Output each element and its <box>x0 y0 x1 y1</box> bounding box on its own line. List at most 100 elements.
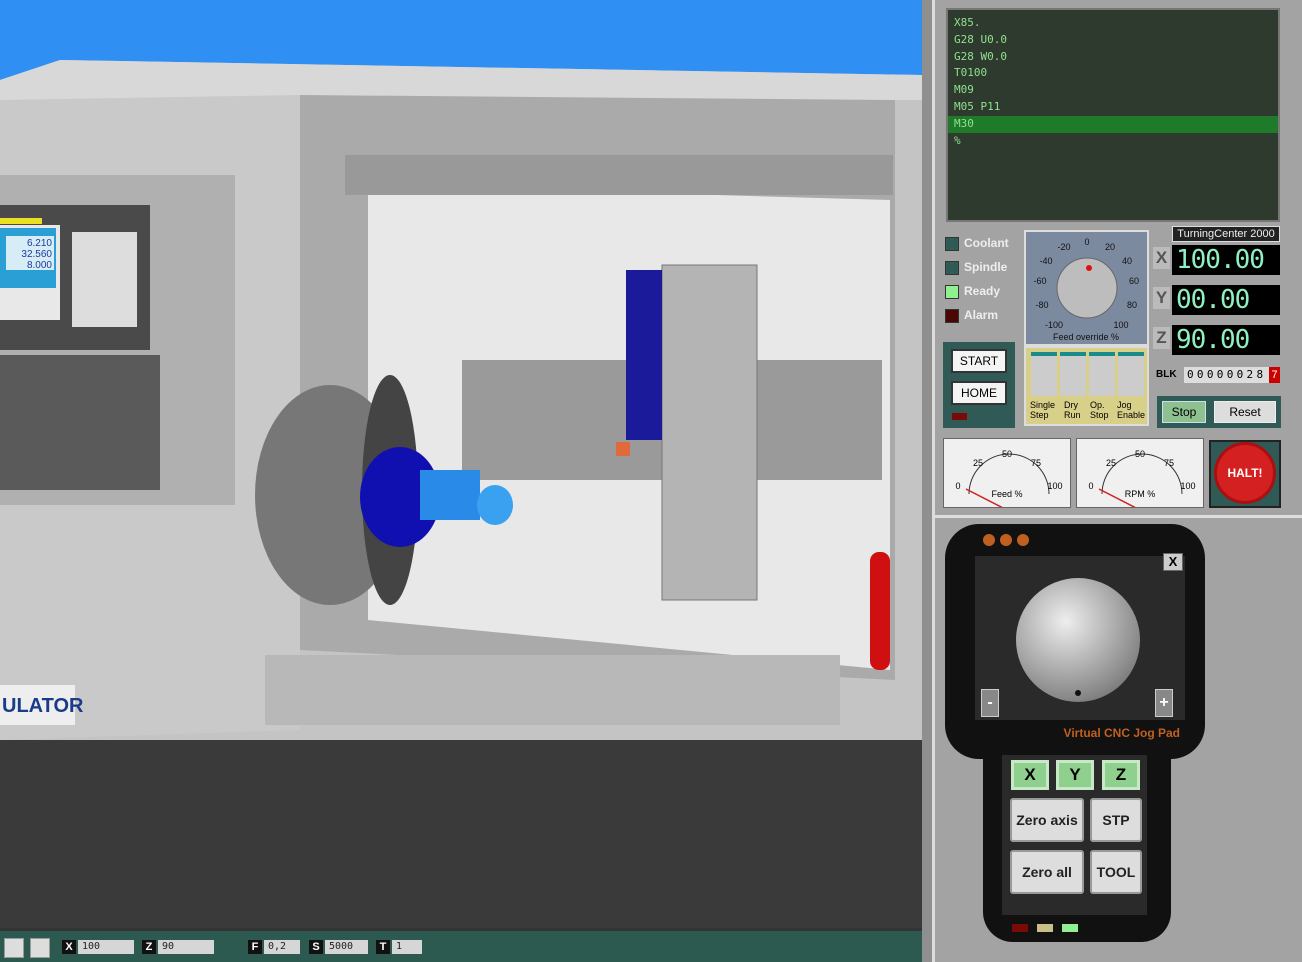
alarm-indicator: Alarm <box>945 308 1025 324</box>
z-axis-label: Z <box>1153 327 1170 349</box>
jog-led-red <box>1012 924 1028 932</box>
op-stop-label: Op. Stop <box>1090 400 1109 420</box>
block-counter: 00000028 <box>1184 367 1280 383</box>
y-axis-label: Y <box>1153 287 1170 309</box>
single-step-label: Single Step <box>1030 400 1056 420</box>
jog-dot <box>983 534 995 546</box>
program-listing[interactable]: X85. G28 U0.0 G28 W0.0 T0100 M09 M05 P11… <box>946 8 1280 222</box>
handwheel-marker <box>1075 690 1081 696</box>
jog-led-yellow <box>1037 924 1053 932</box>
svg-text:0: 0 <box>1088 481 1093 491</box>
svg-text:-60: -60 <box>1033 276 1046 286</box>
z-value: 90 <box>158 940 214 954</box>
dry-run-switch[interactable] <box>1060 352 1086 396</box>
panel-screen-line-2: 32.560 <box>21 249 52 260</box>
simulator-logo: ULATOR <box>2 695 84 717</box>
coolant-indicator: Coolant <box>945 236 1025 252</box>
divider <box>934 515 1302 518</box>
t-key: T <box>376 940 390 954</box>
svg-text:25: 25 <box>1106 458 1116 468</box>
x-readout: 100.00 <box>1172 245 1280 275</box>
feed-gauge: 0 25 50 75 100 Feed % <box>943 438 1071 512</box>
svg-text:100: 100 <box>1180 481 1195 491</box>
y-readout: 00.00 <box>1172 285 1280 315</box>
zero-all-button[interactable]: Zero all <box>1010 850 1084 894</box>
lathe-scene: 6.210 32.560 8.000 ULATOR <box>0 60 922 928</box>
jog-enable-switch[interactable] <box>1118 352 1144 396</box>
jog-dot <box>1000 534 1012 546</box>
rpm-gauge: 0 25 50 75 100 RPM % <box>1076 438 1204 512</box>
zero-axis-button[interactable]: Zero axis <box>1010 798 1084 842</box>
svg-text:75: 75 <box>1031 458 1041 468</box>
jog-enable-label: Jog Enable <box>1117 400 1146 420</box>
z-readout: 90.00 <box>1172 325 1280 355</box>
knob-marker <box>1086 265 1092 271</box>
machine-name: TurningCenter 2000 <box>1172 226 1280 242</box>
svg-text:-40: -40 <box>1039 256 1052 266</box>
svg-text:0: 0 <box>1084 237 1089 247</box>
svg-text:50: 50 <box>1135 449 1145 459</box>
jog-dot <box>1017 534 1029 546</box>
jog-close-button[interactable]: X <box>1163 553 1183 571</box>
svg-text:25: 25 <box>973 458 983 468</box>
svg-text:-20: -20 <box>1057 242 1070 252</box>
axis-y-button[interactable]: Y <box>1056 760 1094 790</box>
program-line: % <box>954 133 961 147</box>
op-stop-switch[interactable] <box>1089 352 1115 396</box>
start-button[interactable]: START <box>951 349 1007 373</box>
axis-z-button[interactable]: Z <box>1102 760 1140 790</box>
program-line-current: M30 <box>948 115 1278 133</box>
svg-text:50: 50 <box>1002 449 1012 459</box>
tool-path-icon[interactable] <box>30 938 50 958</box>
x-axis-label: X <box>1153 247 1170 269</box>
stop-button[interactable]: Stop <box>1162 401 1206 423</box>
program-line: G28 W0.0 <box>954 49 1007 63</box>
svg-text:0: 0 <box>955 481 960 491</box>
jog-handwheel[interactable] <box>1016 578 1140 702</box>
program-line: T0100 <box>954 66 988 80</box>
blk-label: BLK <box>1156 369 1177 380</box>
x-value: 100 <box>78 940 134 954</box>
feed-override-label: Feed override % <box>1053 332 1119 342</box>
program-line: M05 P11 <box>954 99 1001 113</box>
panel-screen-line-3: 8.000 <box>27 260 52 271</box>
reset-button[interactable]: Reset <box>1214 401 1276 423</box>
spindle-indicator: Spindle <box>945 260 1025 276</box>
feed-gauge-label: Feed % <box>991 489 1022 499</box>
single-step-switch[interactable] <box>1031 352 1057 396</box>
3d-viewport[interactable]: 6.210 32.560 8.000 ULATOR <box>0 0 922 928</box>
svg-text:100: 100 <box>1113 320 1128 330</box>
axis-x-button[interactable]: X <box>1011 760 1049 790</box>
svg-text:100: 100 <box>1047 481 1062 491</box>
panel-screen-line-1: 6.210 <box>27 238 52 249</box>
mode-switches: Single Step Dry Run Op. Stop Jog Enable <box>1024 346 1149 426</box>
svg-text:-80: -80 <box>1035 300 1048 310</box>
f-key: F <box>248 940 262 954</box>
stp-button[interactable]: STP <box>1090 798 1142 842</box>
svg-text:40: 40 <box>1122 256 1132 266</box>
home-button[interactable]: HOME <box>951 381 1007 405</box>
s-value: 5000 <box>325 940 368 954</box>
svg-text:80: 80 <box>1127 300 1137 310</box>
jog-minus-button[interactable]: - <box>981 689 999 717</box>
status-bar: X 100 Z 90 F 0,2 S 5000 T 1 <box>0 928 922 962</box>
halt-button[interactable]: HALT! <box>1214 442 1276 504</box>
svg-text:60: 60 <box>1129 276 1139 286</box>
program-line: X85. <box>954 16 981 29</box>
tool-button[interactable]: TOOL <box>1090 850 1142 894</box>
svg-text:20: 20 <box>1105 242 1115 252</box>
s-key: S <box>309 940 323 954</box>
rpm-gauge-label: RPM % <box>1125 489 1156 499</box>
dry-run-label: Dry Run <box>1064 400 1081 420</box>
f-value: 0,2 <box>264 940 300 954</box>
t-value: 1 <box>392 940 422 954</box>
svg-text:-100: -100 <box>1045 320 1063 330</box>
block-counter-last: 7 <box>1269 367 1280 383</box>
feed-override-dial[interactable]: -100 -80 -60 -40 -20 0 20 40 60 80 100 F… <box>1024 230 1149 346</box>
jog-plus-button[interactable]: + <box>1155 689 1173 717</box>
x-key: X <box>62 940 76 954</box>
home-led <box>952 413 967 420</box>
view-icon[interactable] <box>4 938 24 958</box>
svg-text:75: 75 <box>1164 458 1174 468</box>
z-key: Z <box>142 940 156 954</box>
